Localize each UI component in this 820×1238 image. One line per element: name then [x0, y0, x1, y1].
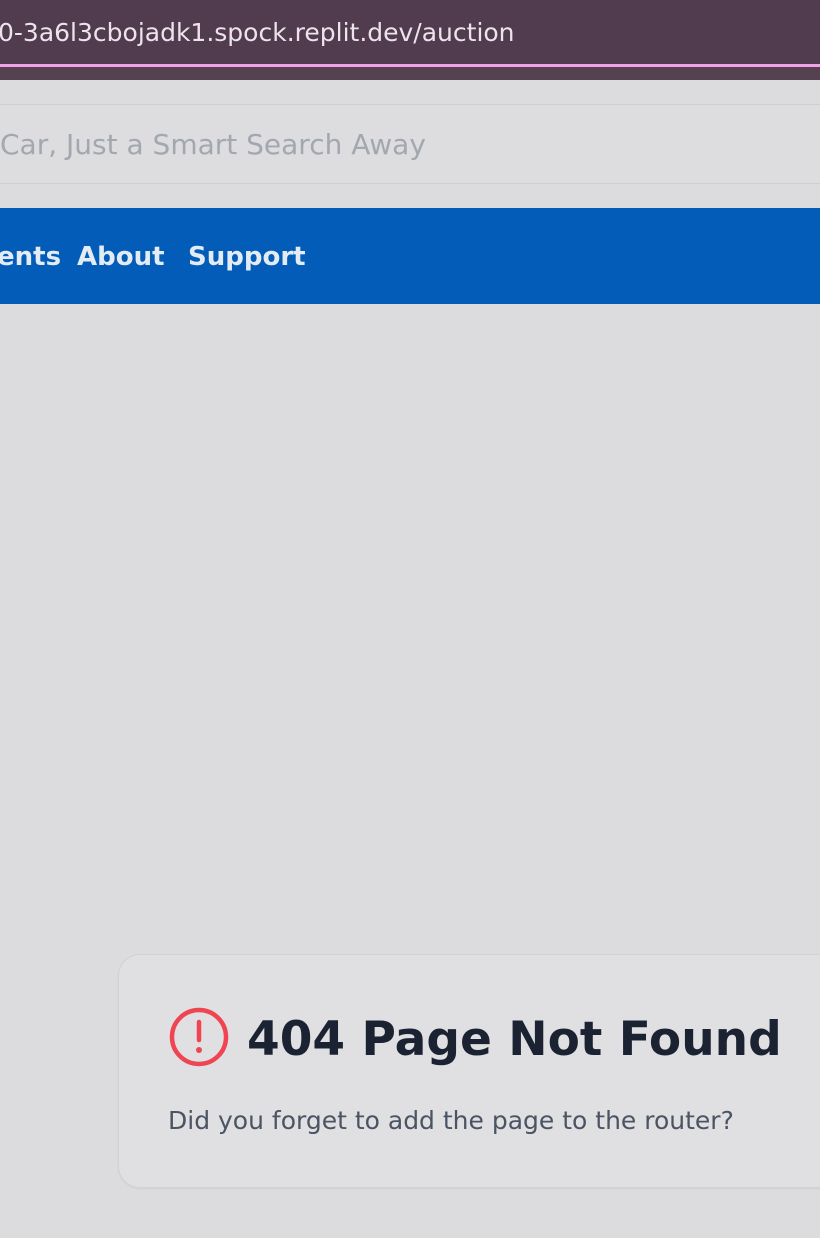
error-title: 404 Page Not Found: [247, 1012, 782, 1067]
nav-item-partial[interactable]: ents: [0, 208, 61, 306]
search-placeholder: Car, Just a Smart Search Away: [0, 128, 426, 161]
alert-circle-icon: [169, 1007, 229, 1067]
url-text[interactable]: 0-3a6l3cbojadk1.spock.replit.dev/auction: [0, 0, 515, 64]
not-found-card: 404 Page Not Found Did you forget to add…: [118, 954, 820, 1188]
search-input[interactable]: Car, Just a Smart Search Away: [0, 104, 820, 184]
main-navigation: ents About Support: [0, 208, 820, 304]
browser-address-bar[interactable]: 0-3a6l3cbojadk1.spock.replit.dev/auction: [0, 0, 820, 64]
search-section: Car, Just a Smart Search Away: [0, 80, 820, 208]
page: 0-3a6l3cbojadk1.spock.replit.dev/auction…: [0, 0, 820, 1238]
browser-toolbar-edge: [0, 67, 820, 80]
nav-item-support[interactable]: Support: [188, 208, 306, 306]
nav-item-about[interactable]: About: [77, 208, 165, 306]
error-message: Did you forget to add the page to the ro…: [168, 1106, 734, 1135]
